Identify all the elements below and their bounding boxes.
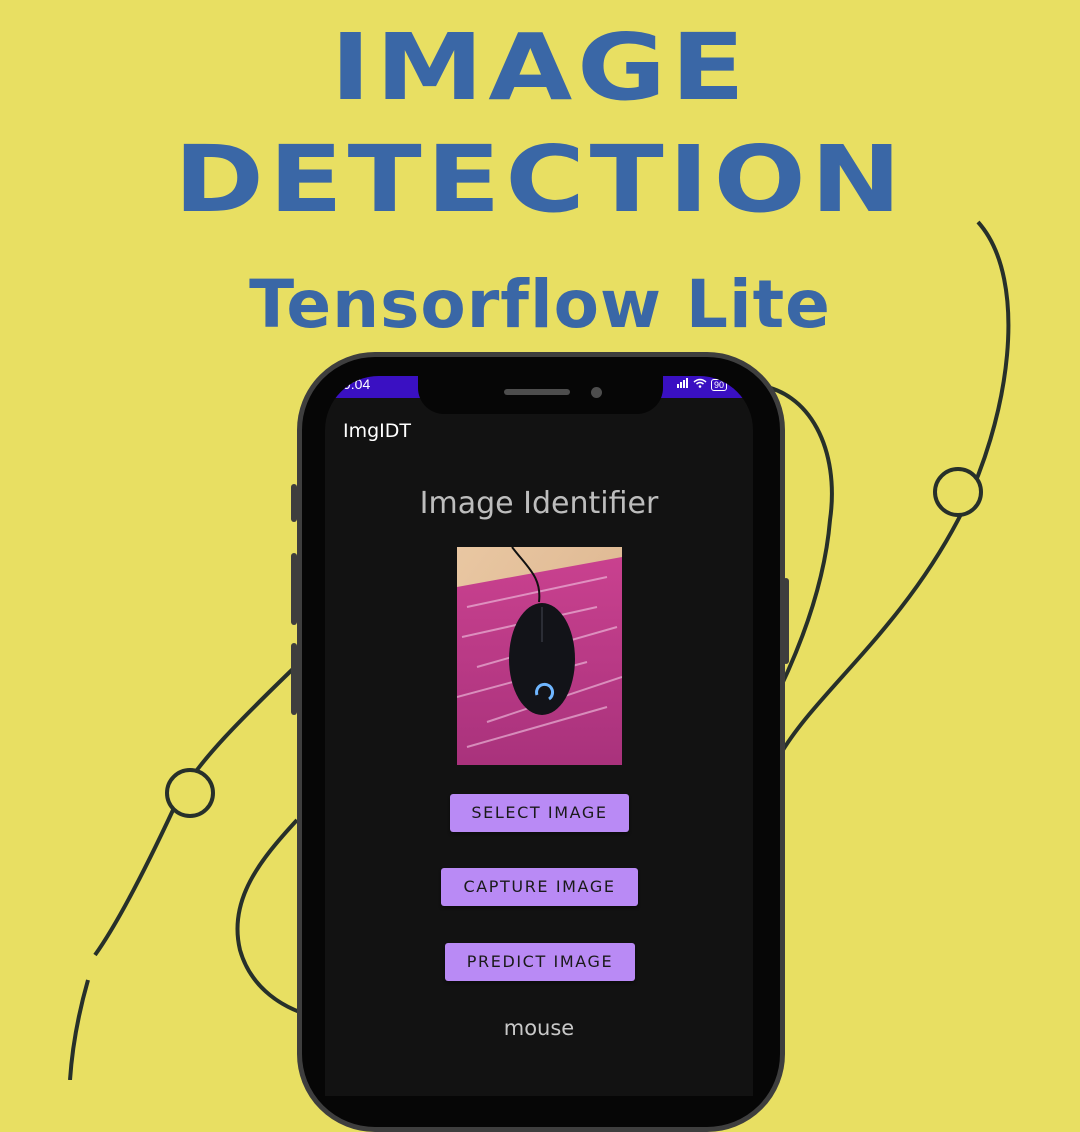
phone-side-button: [291, 643, 297, 715]
phone-side-button: [783, 578, 789, 664]
battery-icon: 90: [710, 378, 727, 391]
phone-side-button: [291, 553, 297, 625]
signal-icon: [676, 378, 689, 391]
curve-node-circle: [933, 467, 983, 517]
prediction-result: mouse: [503, 1016, 575, 1040]
phone-notch: [418, 362, 663, 414]
select-image-button[interactable]: SELECT IMAGE: [450, 794, 629, 832]
curve-node-circle: [165, 768, 215, 818]
status-icons: 90: [676, 378, 727, 391]
capture-image-button[interactable]: CAPTURE IMAGE: [441, 868, 638, 906]
speaker-grille: [504, 389, 570, 395]
banner-title-line1: IMAGE: [330, 14, 750, 121]
banner-title-line2: DETECTION: [173, 126, 907, 233]
front-camera: [591, 387, 602, 398]
predict-image-button[interactable]: PREDICT IMAGE: [445, 943, 635, 981]
app-bar-title: ImgIDT: [343, 420, 412, 442]
phone-side-button: [291, 484, 297, 522]
status-time: 9:04: [343, 376, 371, 392]
app-screen: 9:04 90 ImgIDT Image Identifier SELECT I…: [325, 376, 753, 1096]
banner-subtitle: Tensorflow Lite: [249, 266, 831, 343]
page-title: Image Identifier: [419, 486, 659, 521]
selected-image-mouse: [457, 547, 622, 765]
wifi-icon: [693, 378, 707, 391]
